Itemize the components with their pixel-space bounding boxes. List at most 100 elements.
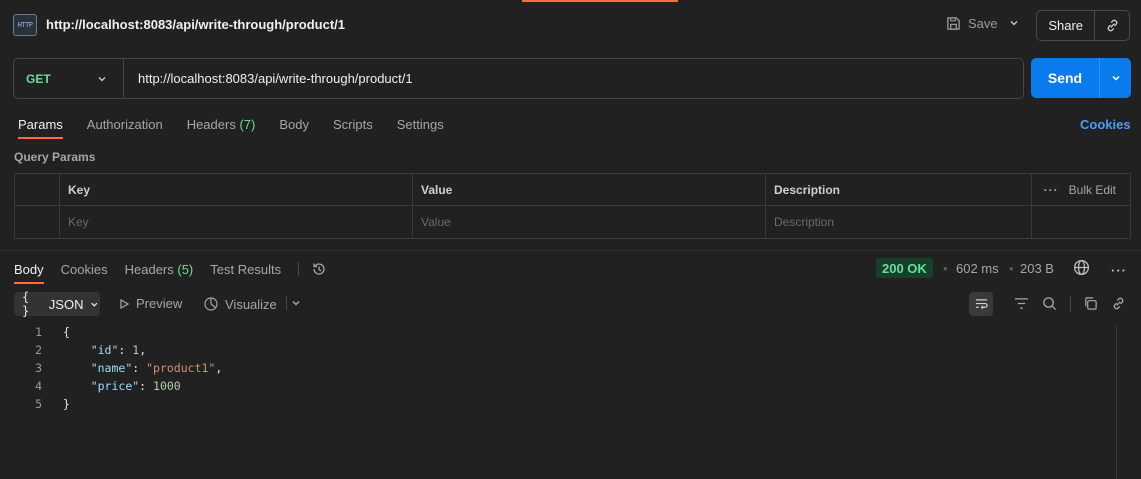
request-title[interactable]: http://localhost:8083/api/write-through/… [46,17,345,32]
cookies-link[interactable]: Cookies [1080,117,1131,132]
save-icon [947,17,960,30]
more-options-icon[interactable]: ··· [1111,263,1127,278]
code-text: "id": 1, [90,343,147,357]
tab-scripts[interactable]: Scripts [333,117,373,132]
tab-label: Params [18,117,63,132]
headers-count: (7) [239,117,256,132]
status-badge[interactable]: 200 OK [876,258,933,278]
format-select[interactable]: { } JSON [14,290,100,318]
scrollbar[interactable] [1116,325,1117,479]
tab-response-body[interactable]: Body [14,261,44,284]
code-text: "name": "product1", [90,361,223,375]
http-icon-text: HTTP [17,21,33,29]
share-button[interactable]: Share [1037,18,1094,33]
tab-params[interactable]: Params [18,117,63,139]
search-icon[interactable] [1042,296,1057,311]
url-input[interactable]: http://localhost:8083/api/write-through/… [124,71,413,86]
code-punct: } [63,397,70,411]
request-tabs: Params Authorization Headers (7) Body Sc… [18,117,468,139]
tab-label: Cookies [60,261,108,277]
chevron-down-icon[interactable] [290,297,302,309]
more-options-icon[interactable]: ··· [1044,183,1059,197]
code-line: 1 { [0,325,70,343]
json-key: "price" [90,379,140,393]
code-line: 3 "name": "product1", [0,361,222,379]
code-line: 4 "price": 1000 [0,379,181,397]
wrap-lines-icon[interactable] [969,292,993,316]
json-number: 1000 [153,379,181,393]
json-string: "product1" [146,361,216,375]
response-size[interactable]: 203 B [1020,261,1054,276]
send-options-chevron-icon[interactable] [1100,58,1131,98]
key-column-header: Key [60,174,413,205]
description-input[interactable]: Description [766,206,1032,238]
method-select[interactable]: GET [14,59,124,98]
visualize-button[interactable]: Visualize [203,296,277,312]
meta-separator: • [943,261,948,276]
http-request-icon: HTTP [13,14,37,36]
response-tabs: Body Cookies Headers (5) Test Results [14,261,327,284]
preview-button[interactable]: Preview [118,296,182,311]
tab-authorization[interactable]: Authorization [87,117,163,132]
play-icon [120,298,130,309]
code-line: 5 } [0,397,70,415]
code-line: 2 "id": 1, [0,343,146,361]
history-icon[interactable] [311,261,327,277]
code-punct: { [63,325,70,339]
response-time[interactable]: 602 ms [956,261,999,276]
tab-headers[interactable]: Headers (7) [187,117,256,132]
tab-label: Headers [124,261,174,277]
checkbox-column-header [15,174,60,205]
globe-icon[interactable] [1073,259,1090,276]
tab-settings[interactable]: Settings [397,117,444,132]
send-button-group: Send [1031,58,1131,98]
bulk-edit-button[interactable]: Bulk Edit [1069,183,1116,197]
format-label: JSON [48,296,84,312]
row-checkbox-cell [15,206,60,238]
tab-label: Settings [396,117,444,132]
tab-label: Scripts [332,117,373,132]
tab-response-headers[interactable]: Headers (5) [125,262,194,277]
url-bar: GET http://localhost:8083/api/write-thro… [13,58,1024,99]
code-text: { [50,325,70,343]
tab-label: Body [14,261,44,277]
meta-separator: • [1009,261,1014,276]
table-header-row: Key Value Description ··· Bulk Edit [15,174,1130,206]
tab-label: Headers [186,117,236,132]
copy-icon[interactable] [1083,296,1098,311]
link-icon[interactable] [1111,296,1126,311]
preview-label: Preview [136,296,183,311]
share-button-group: Share [1036,10,1130,41]
json-key: "id" [90,343,119,357]
tab-test-results[interactable]: Test Results [210,262,281,277]
tab-separator [298,262,300,276]
tab-body[interactable]: Body [279,117,309,132]
save-options-chevron-icon[interactable] [1008,17,1020,32]
visualize-label: Visualize [225,296,277,312]
filter-icon[interactable] [1014,297,1029,310]
table-row: Key Value Description [15,206,1130,238]
code-text: } [50,397,70,415]
visualize-icon [204,297,218,311]
table-actions: ··· Bulk Edit [1032,174,1130,205]
save-label: Save [968,16,998,31]
save-button[interactable]: Save [946,16,998,31]
key-input[interactable]: Key [60,206,413,238]
tab-response-cookies[interactable]: Cookies [61,262,108,277]
send-button[interactable]: Send [1031,58,1099,98]
chevron-down-icon [91,302,98,307]
toolbar-separator [1070,296,1071,312]
json-key: "name" [90,361,133,375]
description-column-header: Description [766,174,1032,205]
query-params-table: Key Value Description ··· Bulk Edit Key … [14,173,1131,239]
copy-link-icon[interactable] [1095,18,1129,33]
pane-divider[interactable] [0,250,1141,251]
line-number: 2 [35,343,42,357]
value-input[interactable]: Value [413,206,766,238]
code-text: "price": 1000 [90,379,181,393]
line-number: 5 [35,397,42,411]
empty-cell [1032,206,1130,238]
line-number: 3 [35,361,42,375]
query-params-title: Query Params [14,150,96,164]
braces-icon: { } [22,290,30,318]
